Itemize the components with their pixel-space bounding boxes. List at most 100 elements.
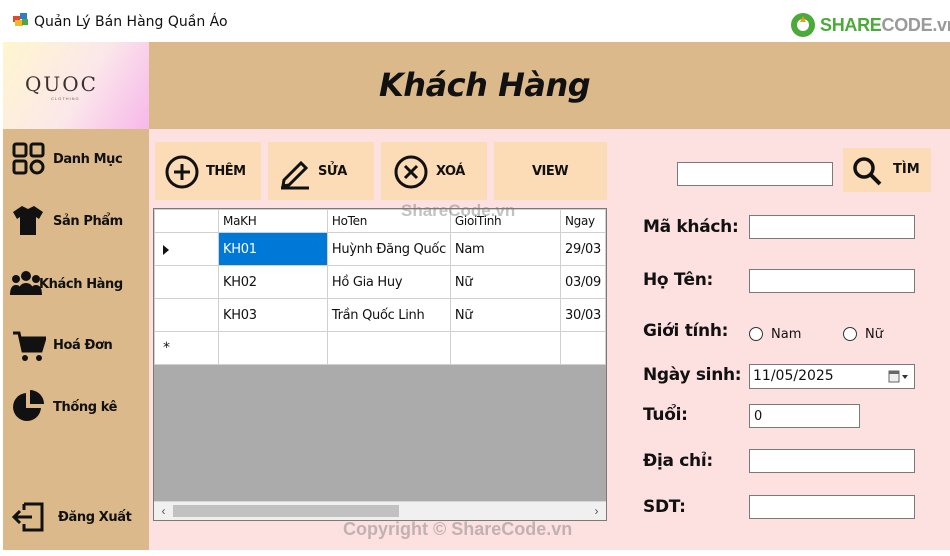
ho-ten-field[interactable] xyxy=(749,269,915,293)
gender-radio-nam[interactable] xyxy=(749,327,763,341)
row-header[interactable] xyxy=(154,232,220,266)
copyright-watermark: Copyright © ShareCode.vn xyxy=(343,519,573,539)
row-header[interactable] xyxy=(154,265,220,299)
dia-chi-field[interactable] xyxy=(749,449,915,473)
scroll-thumb[interactable] xyxy=(173,505,399,517)
search-icon xyxy=(853,157,882,186)
page-title: Khách Hàng xyxy=(379,66,591,104)
logout-icon xyxy=(12,502,44,532)
sharecode-logo: SHARECODE.vn xyxy=(790,10,950,40)
sidebar-item-label: Sản Phẩm xyxy=(53,214,123,229)
sidebar-item-hoa-don[interactable]: Hoá Đơn xyxy=(3,321,149,369)
ma-khach-field[interactable] xyxy=(749,215,915,239)
sidebar-item-khach-hang[interactable]: Khách Hàng xyxy=(3,259,149,307)
title-bar: Quản Lý Bán Hàng Quần Áo SHARECODE.vn xyxy=(0,0,950,42)
customer-table: MaKH HoTen GioiTinh Ngay KH01 Huỳnh Đăng… xyxy=(154,209,606,365)
ngay-sinh-picker[interactable]: 11/05/2025 xyxy=(749,364,915,389)
pencil-icon xyxy=(281,160,309,190)
tuoi-field[interactable] xyxy=(749,404,860,428)
column-header[interactable]: MaKH xyxy=(218,209,328,233)
sidebar-item-label: Hoá Đơn xyxy=(53,338,113,353)
edit-label: SỬA xyxy=(318,164,347,179)
view-button[interactable]: VIEW xyxy=(494,142,607,200)
sidebar-item-san-pham[interactable]: Sản Phẩm xyxy=(3,197,149,245)
table-row[interactable]: KH02 Hồ Gia Huy Nữ 03/09 xyxy=(154,265,606,299)
sdt-label: SDT: xyxy=(643,497,686,517)
table-cell[interactable]: 29/03 xyxy=(560,232,606,266)
sharecode-logo-icon xyxy=(791,13,815,37)
edit-button[interactable]: SỬA xyxy=(268,142,374,200)
sdt-field[interactable] xyxy=(749,495,915,519)
sidebar-item-thong-ke[interactable]: Thống kê xyxy=(3,383,149,431)
x-circle-icon xyxy=(394,155,428,189)
grid-icon xyxy=(12,142,45,175)
logout-button[interactable]: Đăng Xuất xyxy=(3,493,149,541)
delete-label: XOÁ xyxy=(436,164,465,179)
delete-button[interactable]: XOÁ xyxy=(381,142,487,200)
shirt-icon xyxy=(13,206,43,235)
table-cell[interactable]: KH03 xyxy=(218,298,328,332)
page-header: Khách Hàng xyxy=(149,42,950,129)
plus-circle-icon xyxy=(165,155,199,189)
window-title: Quản Lý Bán Hàng Quần Áo xyxy=(34,14,228,30)
table-row[interactable]: KH03 Trần Quốc Linh Nữ 30/03 xyxy=(154,298,606,332)
add-label: THÊM xyxy=(206,164,246,179)
column-header[interactable]: Ngay xyxy=(560,209,606,233)
current-row-icon xyxy=(163,245,169,255)
row-header-corner xyxy=(154,209,220,233)
gender-radio-nu-label[interactable]: Nữ xyxy=(865,327,883,342)
sidebar-item-label: Danh Mục xyxy=(53,152,123,167)
row-header[interactable]: * xyxy=(154,331,220,365)
row-header[interactable] xyxy=(154,298,220,332)
app-icon xyxy=(13,13,28,26)
table-cell[interactable] xyxy=(218,331,328,365)
table-cell[interactable]: Nữ xyxy=(449,298,562,332)
horizontal-scrollbar[interactable]: ‹ › xyxy=(154,501,606,520)
tuoi-label: Tuổi: xyxy=(643,405,688,425)
dia-chi-label: Địa chỉ: xyxy=(643,451,713,471)
table-cell[interactable]: Nữ xyxy=(449,265,562,299)
main-panel: THÊM SỬA XOÁ VIEW TÌM MaKH HoTen GioiTin… xyxy=(149,129,950,550)
table-header-row: MaKH HoTen GioiTinh Ngay xyxy=(154,209,606,233)
search-input[interactable] xyxy=(677,162,833,186)
table-row[interactable]: KH01 Huỳnh Đăng Quốc Nam 29/03 xyxy=(154,232,606,266)
customer-grid[interactable]: MaKH HoTen GioiTinh Ngay KH01 Huỳnh Đăng… xyxy=(153,208,607,521)
table-cell[interactable]: 03/09 xyxy=(560,265,606,299)
table-cell[interactable] xyxy=(326,331,451,365)
logo-text-suffix: CODE.vn xyxy=(881,14,950,35)
sidebar: QUOC CLOTHING Danh Mục Sản Phẩm Khách Hà… xyxy=(3,42,149,550)
ngay-sinh-label: Ngày sinh: xyxy=(643,365,742,385)
table-cell[interactable]: KH02 xyxy=(218,265,328,299)
scroll-right-icon[interactable]: › xyxy=(588,503,605,520)
gender-radio-nam-label[interactable]: Nam xyxy=(771,327,801,342)
gender-radio-nu[interactable] xyxy=(843,327,857,341)
ho-ten-label: Họ Tên: xyxy=(643,270,713,290)
table-cell[interactable] xyxy=(560,331,606,365)
grid-watermark: ShareCode.vn xyxy=(401,201,516,220)
logout-label: Đăng Xuất xyxy=(58,510,132,525)
add-button[interactable]: THÊM xyxy=(155,142,261,200)
view-label: VIEW xyxy=(532,164,569,179)
brand-sub: CLOTHING xyxy=(51,96,80,101)
gioi-tinh-label: Giới tính: xyxy=(643,321,729,341)
table-cell[interactable]: Huỳnh Đăng Quốc xyxy=(326,232,451,266)
ngay-sinh-value: 11/05/2025 xyxy=(753,368,834,384)
search-button[interactable]: TÌM xyxy=(843,148,931,192)
brand-name: QUOC xyxy=(25,72,98,96)
table-cell[interactable]: Hồ Gia Huy xyxy=(326,265,451,299)
table-cell[interactable]: 30/03 xyxy=(560,298,606,332)
users-icon xyxy=(10,271,42,295)
new-row[interactable]: * xyxy=(154,331,606,365)
table-cell[interactable]: Trần Quốc Linh xyxy=(326,298,451,332)
table-cell[interactable] xyxy=(449,331,562,365)
sidebar-item-label: Khách Hàng xyxy=(39,277,123,292)
table-cell[interactable]: KH01 xyxy=(218,232,328,266)
logo-text-prefix: SHARE xyxy=(820,14,882,35)
scroll-left-icon[interactable]: ‹ xyxy=(155,503,172,520)
new-row-marker: * xyxy=(163,340,170,356)
pie-chart-icon xyxy=(13,390,44,421)
table-cell[interactable]: Nam xyxy=(449,232,562,266)
calendar-dropdown-icon[interactable] xyxy=(888,370,910,384)
sidebar-item-danh-muc[interactable]: Danh Mục xyxy=(3,135,149,183)
sidebar-item-label: Thống kê xyxy=(53,400,118,415)
